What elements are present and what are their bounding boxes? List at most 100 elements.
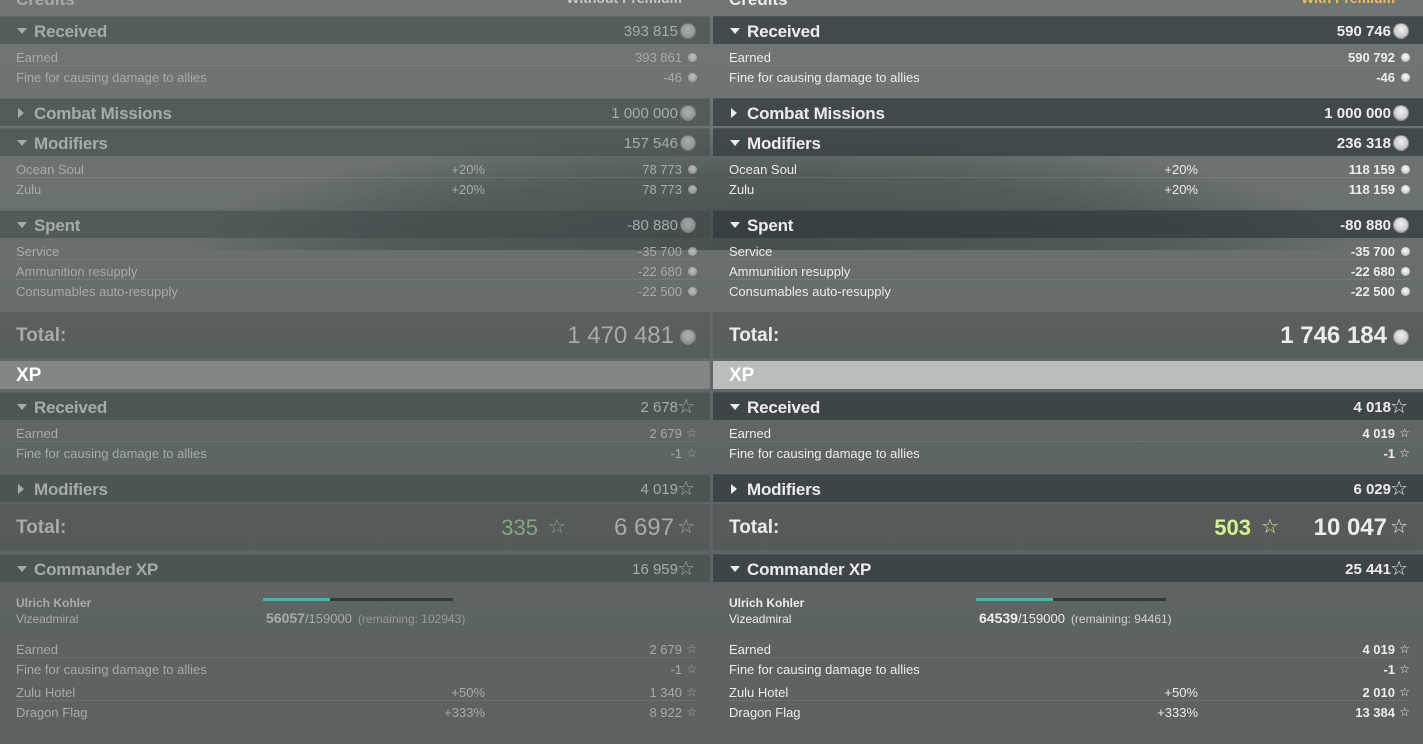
progress-max: /159000 <box>1017 611 1065 626</box>
commander-xp-label: Commander XP <box>747 560 872 579</box>
xp-modifiers-label: Modifiers <box>34 480 108 499</box>
credits-total-row: Total: 1 746 184 <box>713 312 1423 358</box>
item-label: Service <box>16 244 60 259</box>
spent-header[interactable]: Spent -80 880 <box>0 210 710 238</box>
xp-title: XP <box>729 365 755 386</box>
commander-progress-bar <box>263 598 453 601</box>
commander-progress-fill <box>263 598 330 601</box>
divider <box>16 65 696 66</box>
item-label: Dragon Flag <box>16 705 88 720</box>
combat-missions-header[interactable]: Combat Missions 1 000 000 <box>0 98 710 126</box>
item-label: Ocean Soul <box>16 162 84 177</box>
progress-current: 64539 <box>979 610 1018 626</box>
item-value: -46 <box>663 70 682 85</box>
commander-xp-header[interactable]: Commander XP 16 959 ☆ <box>0 554 710 582</box>
item-label: Ocean Soul <box>729 162 797 177</box>
commander-item-fine: Fine for causing damage to allies -1 ☆ <box>0 660 710 680</box>
xp-received-value: 2 678 <box>640 399 678 416</box>
chevron-right-icon <box>731 484 737 494</box>
item-percent: +20% <box>1164 182 1198 197</box>
item-percent: +333% <box>1157 705 1198 720</box>
xp-received-header[interactable]: Received 4 018 ☆ <box>713 392 1423 420</box>
spent-header[interactable]: Spent -80 880 <box>713 210 1423 238</box>
credits-received-header[interactable]: Received 590 746 <box>713 16 1423 44</box>
commander-xp-value: 16 959 <box>632 561 678 578</box>
modifiers-header[interactable]: Modifiers 236 318 <box>713 128 1423 156</box>
coin-icon <box>680 329 696 345</box>
item-value: -22 680 <box>637 264 682 279</box>
divider <box>16 177 696 178</box>
divider <box>729 259 1409 260</box>
chevron-down-icon <box>17 222 27 228</box>
combat-missions-label: Combat Missions <box>34 104 172 123</box>
coin-icon <box>1393 329 1409 345</box>
star-icon: ☆ <box>686 446 697 460</box>
item-label: Consumables auto-resupply <box>16 284 178 299</box>
item-label: Service <box>729 244 773 259</box>
chevron-right-icon <box>18 484 24 494</box>
spent-label: Spent <box>747 216 794 235</box>
xp-total-premium-value: 335 <box>501 515 538 540</box>
star-icon: ☆ <box>1399 446 1410 460</box>
item-percent: +20% <box>1164 162 1198 177</box>
credits-received-value: 393 815 <box>623 23 678 40</box>
item-value: 2 679 <box>649 642 682 657</box>
xp-modifiers-value: 6 029 <box>1353 481 1391 498</box>
xp-modifiers-header[interactable]: Modifiers 6 029 ☆ <box>713 474 1423 502</box>
divider <box>729 279 1409 280</box>
star-icon: ☆ <box>677 516 695 538</box>
commander-xp-label: Commander XP <box>34 560 159 579</box>
star-icon: ☆ <box>1261 516 1279 538</box>
spent-item-ammunition: Ammunition resupply -22 680 <box>0 262 710 282</box>
star-icon: ☆ <box>686 426 697 440</box>
commander-name: Ulrich Kohler <box>729 596 805 610</box>
item-value: -22 500 <box>1350 284 1395 299</box>
modifier-item-ocean-soul: Ocean Soul +20% 118 159 <box>713 160 1423 180</box>
star-icon: ☆ <box>686 685 697 699</box>
item-value: 4 019 <box>1362 426 1395 441</box>
credits-total-label: Total: <box>16 325 67 346</box>
spent-item-ammunition: Ammunition resupply -22 680 <box>713 262 1423 282</box>
item-value: -22 500 <box>637 284 682 299</box>
item-label: Zulu <box>16 182 42 197</box>
item-label: Zulu Hotel <box>729 685 789 700</box>
commander-progress-fill <box>976 598 1054 601</box>
modifiers-value: 236 318 <box>1336 135 1391 152</box>
commander-xp-value: 25 441 <box>1345 561 1391 578</box>
xp-received-item-fine: Fine for causing damage to allies -1 ☆ <box>713 444 1423 464</box>
item-value: -46 <box>1376 70 1395 85</box>
xp-modifiers-header[interactable]: Modifiers 4 019 ☆ <box>0 474 710 502</box>
progress-remaining: (remaining: 102943) <box>357 612 466 626</box>
star-icon: ☆ <box>677 558 695 580</box>
coin-icon <box>1401 247 1410 256</box>
combat-missions-header[interactable]: Combat Missions 1 000 000 <box>713 98 1423 126</box>
commander-item-earned: Earned 4 019 ☆ <box>713 640 1423 660</box>
coin-icon <box>1401 267 1410 276</box>
xp-total-label: Total: <box>729 517 780 538</box>
item-label: Zulu Hotel <box>16 685 76 700</box>
credits-received-item-earned: Earned 393 861 <box>0 48 710 68</box>
coin-icon <box>1393 135 1409 151</box>
coin-icon <box>680 217 696 233</box>
star-icon: ☆ <box>686 705 697 719</box>
credits-title: Credits <box>16 0 75 10</box>
item-label: Earned <box>16 426 58 441</box>
item-value: -1 <box>1383 446 1395 461</box>
item-value: 2 010 <box>1362 685 1395 700</box>
chevron-down-icon <box>730 28 740 34</box>
item-label: Fine for causing damage to allies <box>16 446 207 461</box>
item-value: -35 700 <box>637 244 682 259</box>
without-premium-column: Credits Without Premium Received 393 815… <box>0 0 710 744</box>
commander-item-zulu-hotel: Zulu Hotel +50% 2 010 ☆ <box>713 683 1423 703</box>
coin-icon <box>680 105 696 121</box>
progress-current: 56057 <box>266 610 305 626</box>
divider <box>16 279 696 280</box>
commander-xp-header[interactable]: Commander XP 25 441 ☆ <box>713 554 1423 582</box>
modifiers-header[interactable]: Modifiers 157 546 <box>0 128 710 156</box>
item-label: Earned <box>729 50 771 65</box>
credits-received-header[interactable]: Received 393 815 <box>0 16 710 44</box>
xp-received-header[interactable]: Received 2 678 ☆ <box>0 392 710 420</box>
credits-total-label: Total: <box>729 325 780 346</box>
item-value: 118 159 <box>1348 182 1395 197</box>
item-label: Ammunition resupply <box>16 264 138 279</box>
